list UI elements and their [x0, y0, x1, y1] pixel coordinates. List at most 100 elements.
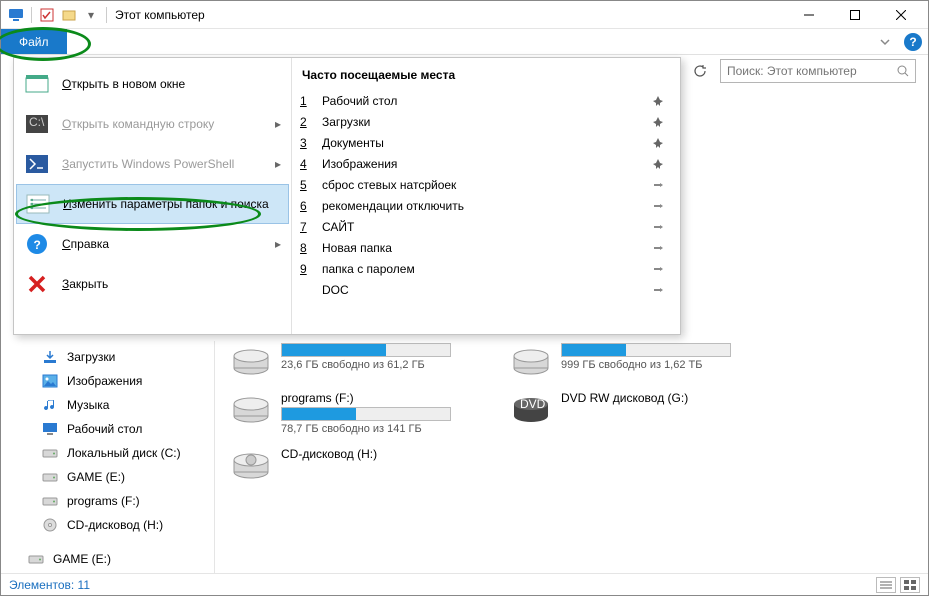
qat-properties-icon[interactable] [38, 6, 56, 24]
frequent-place-item[interactable]: DOC [300, 279, 672, 300]
maximize-button[interactable] [832, 1, 878, 29]
drive-usage-bar [561, 343, 731, 357]
file-tab-label: Файл [19, 35, 49, 49]
drive-icon [511, 343, 551, 379]
chevron-right-icon: ▸ [275, 237, 281, 251]
file-menu-item-new-window[interactable]: Открыть в новом окне [14, 64, 291, 104]
file-menu-label: Справка [62, 237, 263, 251]
pushpin-icon[interactable] [652, 200, 672, 212]
qat-newfolder-icon[interactable] [60, 6, 78, 24]
item-number: 9 [300, 262, 316, 276]
pushpin-icon[interactable] [652, 221, 672, 233]
item-name: Загрузки [316, 115, 652, 129]
pin-icon[interactable] [652, 116, 672, 128]
ribbon: Файл ? [1, 29, 928, 55]
drive-item[interactable]: CD-дисковод (H:) [231, 447, 481, 483]
sidebar-item[interactable]: Изображения [1, 369, 214, 393]
file-menu-item-powershell[interactable]: Запустить Windows PowerShell ▸ [14, 144, 291, 184]
item-number: 2 [300, 115, 316, 129]
file-tab[interactable]: Файл [1, 29, 67, 54]
details-view-button[interactable] [876, 577, 896, 593]
frequent-place-item[interactable]: 6рекомендации отключить [300, 195, 672, 216]
file-menu-item-folder-options[interactable]: Изменить параметры папок и поиска [16, 184, 289, 224]
file-menu-label: Открыть командную строку [62, 117, 263, 131]
sidebar-item[interactable]: programs (F:) [1, 489, 214, 513]
drive-item[interactable]: 999 ГБ свободно из 1,62 ТБ [511, 343, 761, 379]
frequent-place-item[interactable]: 1Рабочий стол [300, 90, 672, 111]
file-menu-item-close[interactable]: Закрыть [14, 264, 291, 304]
new-window-icon [24, 72, 50, 96]
window-title: Этот компьютер [115, 8, 205, 22]
refresh-button[interactable] [688, 59, 712, 83]
item-name: DOC [316, 283, 652, 297]
desktop-icon [41, 421, 59, 437]
sidebar-item[interactable]: GAME (E:) [1, 465, 214, 489]
frequent-place-item[interactable]: 2Загрузки [300, 111, 672, 132]
pushpin-icon[interactable] [652, 263, 672, 275]
main-area: Загрузки Изображения Музыка Рабочий стол Лок… [1, 341, 928, 573]
disk-icon [41, 469, 59, 485]
sidebar-item-label: Загрузки [67, 350, 115, 364]
frequent-place-item[interactable]: 8Новая папка [300, 237, 672, 258]
drive-name: DVD RW дисковод (G:) [561, 391, 761, 405]
minimize-button[interactable] [786, 1, 832, 29]
sidebar-item-label: GAME (E:) [53, 552, 111, 566]
content-area: 23,6 ГБ свободно из 61,2 ГБ 999 ГБ свобод… [215, 341, 928, 573]
file-menu-right: Часто посещаемые места 1Рабочий стол2Заг… [292, 58, 680, 334]
pin-icon[interactable] [652, 95, 672, 107]
item-number: 4 [300, 157, 316, 171]
pushpin-icon[interactable] [652, 179, 672, 191]
frequent-place-item[interactable]: 4Изображения [300, 153, 672, 174]
close-button[interactable] [878, 1, 924, 29]
sidebar-item[interactable]: Музыка [1, 393, 214, 417]
cmd-icon: C:\ [24, 112, 50, 136]
pushpin-icon[interactable] [652, 284, 672, 296]
frequent-place-item[interactable]: 3Документы [300, 132, 672, 153]
search-input[interactable] [727, 64, 891, 78]
drive-free-text: 999 ГБ свободно из 1,62 ТБ [561, 359, 761, 371]
options-icon [25, 192, 51, 216]
app-icon [7, 6, 25, 24]
sidebar-item[interactable]: CD-дисковод (H:) [1, 513, 214, 537]
tiles-view-button[interactable] [900, 577, 920, 593]
sidebar: Загрузки Изображения Музыка Рабочий стол Лок… [1, 341, 215, 573]
item-number: 1 [300, 94, 316, 108]
qat-dropdown-icon[interactable]: ▾ [82, 6, 100, 24]
status-bar: Элементов: 11 [1, 573, 928, 595]
close-icon [24, 272, 50, 296]
sidebar-item-label: Локальный диск (C:) [67, 446, 181, 460]
drive-item[interactable]: 23,6 ГБ свободно из 61,2 ГБ [231, 343, 481, 379]
sidebar-item[interactable]: Загрузки [1, 345, 214, 369]
drive-free-text: 78,7 ГБ свободно из 141 ГБ [281, 423, 481, 435]
sidebar-item-label: CD-дисковод (H:) [67, 518, 163, 532]
item-name: Новая папка [316, 241, 652, 255]
item-name: Документы [316, 136, 652, 150]
drive-item[interactable]: DVDDVD RW дисковод (G:) [511, 391, 761, 435]
download-icon [41, 349, 59, 365]
help-icon: ? [24, 232, 50, 256]
search-box[interactable] [720, 59, 916, 83]
pin-icon[interactable] [652, 158, 672, 170]
help-icon[interactable]: ? [904, 33, 922, 51]
file-menu-left: Открыть в новом окне C:\ Открыть командн… [14, 58, 292, 334]
file-menu-item-cmd[interactable]: C:\ Открыть командную строку ▸ [14, 104, 291, 144]
item-name: сброс стевых натсрйоек [316, 178, 652, 192]
frequent-place-item[interactable]: 9папка с паролем [300, 258, 672, 279]
sidebar-item-label: GAME (E:) [67, 470, 125, 484]
sidebar-item[interactable]: Рабочий стол [1, 417, 214, 441]
file-menu: Открыть в новом окне C:\ Открыть командн… [13, 57, 681, 335]
pin-icon[interactable] [652, 137, 672, 149]
drive-item[interactable]: programs (F:)78,7 ГБ свободно из 141 ГБ [231, 391, 481, 435]
ribbon-collapse-icon[interactable] [872, 29, 898, 54]
sidebar-item-label: Изображения [67, 374, 142, 388]
drive-icon [231, 447, 271, 483]
frequent-place-item[interactable]: 7САЙТ [300, 216, 672, 237]
sidebar-item[interactable]: Локальный диск (C:) [1, 441, 214, 465]
sidebar-item[interactable]: GAME (E:) [1, 547, 214, 571]
pushpin-icon[interactable] [652, 242, 672, 254]
file-menu-item-help[interactable]: ? Справка ▸ [14, 224, 291, 264]
frequent-place-item[interactable]: 5сброс стевых натсрйоек [300, 174, 672, 195]
item-name: Рабочий стол [316, 94, 652, 108]
sidebar-item-label: Музыка [67, 398, 109, 412]
cd-icon [41, 517, 59, 533]
